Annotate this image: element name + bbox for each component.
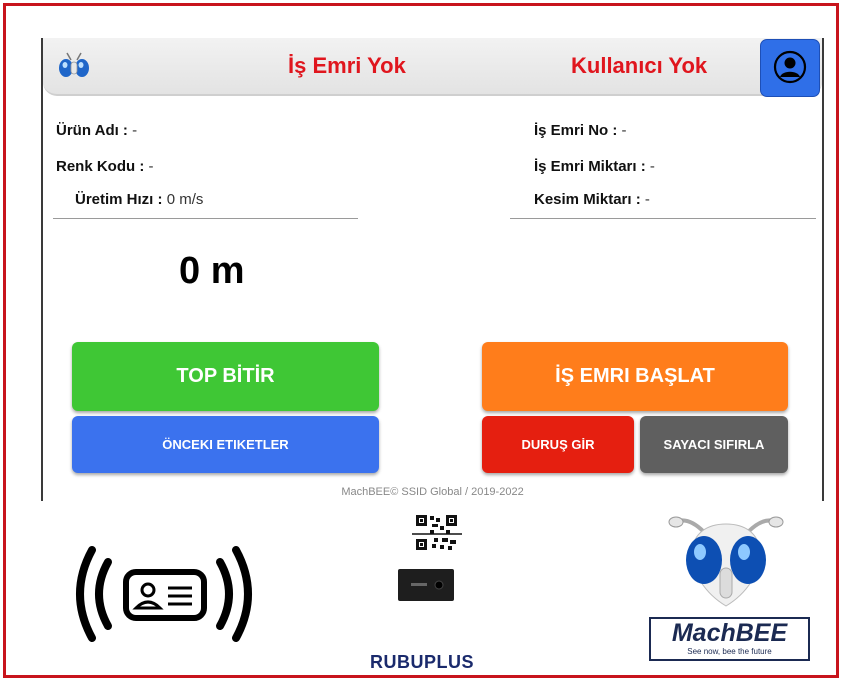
color-code-label: Renk Kodu : bbox=[56, 158, 145, 175]
speed-row: Üretim Hızı : 0 m/s bbox=[75, 191, 203, 208]
reset-counter-button[interactable]: SAYACI SIFIRLA bbox=[640, 416, 788, 473]
machbee-mascot-icon bbox=[668, 516, 784, 607]
work-order-no-value: - bbox=[621, 122, 627, 139]
tablet-screen: İş Emri Yok Kullanıcı Yok Ürün Adı : - R… bbox=[41, 38, 824, 501]
product-name-value: - bbox=[132, 122, 138, 139]
right-divider bbox=[510, 218, 816, 219]
qr-code-icon bbox=[412, 514, 462, 552]
cut-qty-label: Kesim Miktarı : bbox=[534, 191, 641, 208]
color-code-row: Renk Kodu : - bbox=[56, 158, 154, 175]
work-order-no-label: İş Emri No : bbox=[534, 122, 618, 139]
rubuplus-logo: RUBUPLUS bbox=[370, 652, 474, 673]
rubuplus-text: RUBUPLUS bbox=[370, 652, 475, 672]
user-icon bbox=[773, 50, 807, 84]
work-order-qty-value: - bbox=[649, 158, 655, 175]
speed-label: Üretim Hızı : bbox=[75, 191, 163, 208]
cut-qty-value: - bbox=[644, 191, 650, 208]
start-work-order-button[interactable]: İŞ EMRI BAŞLAT bbox=[482, 342, 788, 411]
finish-roll-button[interactable]: TOP BİTİR bbox=[72, 342, 379, 411]
work-order-status: İş Emri Yok bbox=[288, 53, 406, 78]
card-reader-icon bbox=[398, 569, 454, 601]
cut-qty-row: Kesim Miktarı : - bbox=[534, 191, 650, 208]
machbee-brand-text: MachBEE bbox=[671, 619, 788, 647]
machbee-wordmark: MachBEE See now, bee the future bbox=[649, 617, 810, 661]
product-name-row: Ürün Adı : - bbox=[56, 122, 137, 139]
left-divider bbox=[53, 218, 358, 219]
machbee-tagline: See now, bee the future bbox=[687, 647, 772, 656]
work-order-qty-label: İş Emri Miktarı : bbox=[534, 158, 646, 175]
device-base: RUBUPLUS MachBEE See now, bee the future bbox=[0, 502, 846, 683]
work-order-no-row: İş Emri No : - bbox=[534, 122, 627, 139]
machbee-logo-icon bbox=[59, 52, 89, 77]
top-bar: İş Emri Yok Kullanıcı Yok bbox=[43, 38, 822, 97]
rfid-card-icon bbox=[76, 546, 252, 642]
previous-labels-button[interactable]: ÖNCEKI ETIKETLER bbox=[72, 416, 379, 473]
speed-value: 0 m/s bbox=[166, 191, 204, 208]
enter-stop-button[interactable]: DURUŞ GİR bbox=[482, 416, 634, 473]
meter-reading: 0 m bbox=[179, 250, 245, 292]
work-order-qty-row: İş Emri Miktarı : - bbox=[534, 158, 655, 175]
user-status: Kullanıcı Yok bbox=[571, 53, 708, 78]
footer-copyright: MachBEE© SSID Global / 2019-2022 bbox=[341, 486, 524, 498]
color-code-value: - bbox=[148, 158, 154, 175]
product-name-label: Ürün Adı : bbox=[56, 122, 128, 139]
user-login-button[interactable] bbox=[760, 39, 820, 97]
